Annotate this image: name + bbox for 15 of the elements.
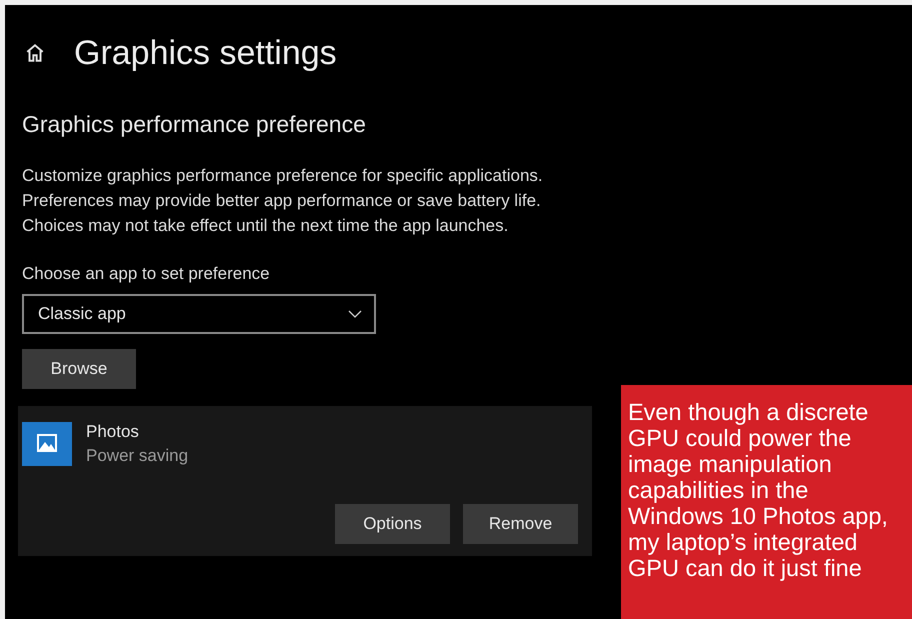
photo-app-icon — [22, 422, 72, 466]
home-icon[interactable] — [24, 42, 46, 64]
caption-box: Even though a discrete GPU could power the image manipulation capabilities in the Windows 10 Photos app, my laptop’s integrated GPU can do it just fine — [621, 385, 912, 619]
app-name: Photos — [86, 422, 140, 442]
browse-button[interactable]: Browse — [22, 349, 136, 389]
app-card[interactable]: Photos Power saving Options Remove — [18, 406, 592, 556]
section-heading: Graphics performance preference — [22, 111, 367, 138]
app-type-dropdown[interactable]: Classic app — [22, 294, 376, 334]
chevron-down-icon — [348, 310, 362, 318]
card-button[interactable]: Remove — [463, 504, 578, 544]
page-title: Graphics settings — [74, 34, 337, 72]
description-text: Customize graphics performance preference for specific applications. Preferences may provide better app performance or save battery life. Choices may not take effect until the next time the app launches. — [22, 165, 544, 237]
chooser-label: Choose an app to set preference — [22, 264, 271, 284]
app-preference: Power saving — [86, 446, 188, 466]
card-button[interactable]: Options — [335, 504, 450, 544]
